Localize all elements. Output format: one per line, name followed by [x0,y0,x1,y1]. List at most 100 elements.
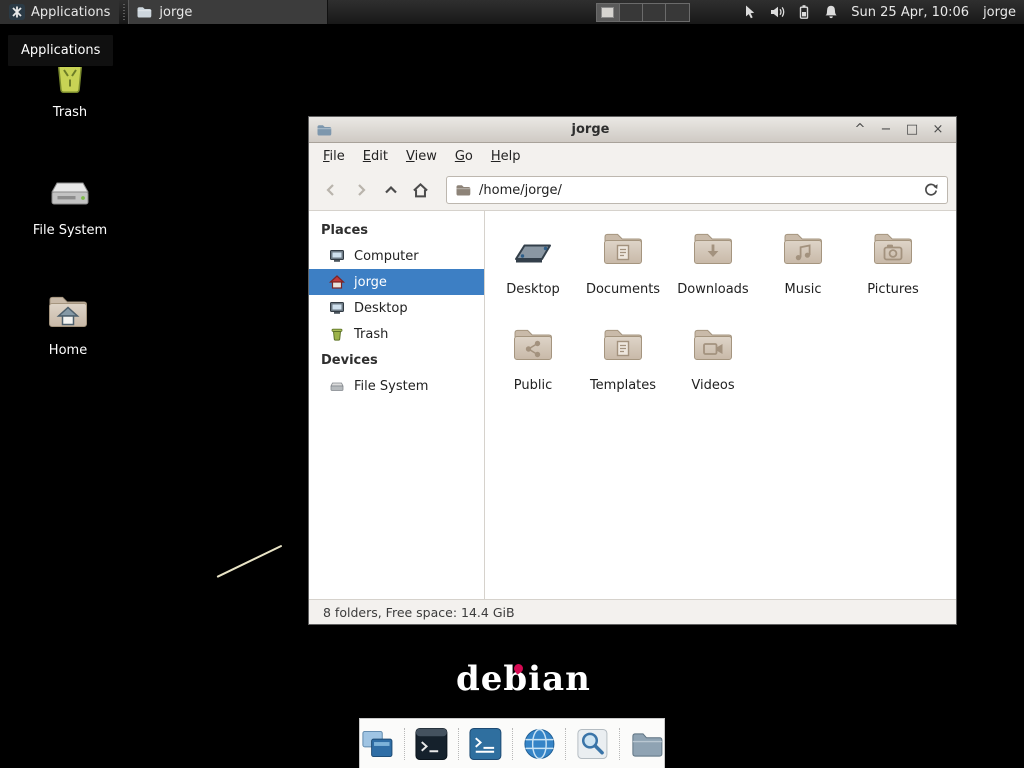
dock-separator [619,728,620,760]
applications-menu-label: Applications [31,5,110,20]
file-manager-window: jorge ^ − □ × File Edit View Go Help [308,116,957,625]
menu-edit[interactable]: Edit [354,143,397,170]
battery-icon[interactable] [796,4,812,20]
folder-videos[interactable]: Videos [668,321,758,417]
folder-label: Desktop [506,282,560,297]
dock-terminal-icon[interactable] [414,726,449,762]
sidebar-header-devices: Devices [309,347,484,373]
dock-terminal-blue-icon[interactable] [468,726,503,762]
sidebar-item-desktop[interactable]: Desktop [309,295,484,321]
documents-folder-icon [599,225,647,273]
maximize-button[interactable]: □ [901,117,923,143]
forward-icon [353,182,369,198]
workspace-4[interactable] [666,4,689,21]
dock-separator [458,728,459,760]
computer-icon [329,248,345,264]
back-icon [323,182,339,198]
debian-logo: debian [456,661,591,698]
taskbar-window-button[interactable]: jorge [128,0,328,24]
sidebar-header-places: Places [309,217,484,243]
desktop-icon-label: Trash [53,105,87,120]
volume-icon[interactable] [769,4,785,20]
up-button[interactable] [377,177,404,204]
sidebar-item-file-system[interactable]: File System [309,373,484,399]
desktop-screen-icon [329,300,345,316]
location-bar[interactable]: /home/jorge/ [446,176,948,204]
desktop-icon-label: Home [49,343,87,358]
folder-label: Music [785,282,822,297]
minimize-button[interactable]: − [875,117,897,143]
sidebar-item-jorge[interactable]: jorge [309,269,484,295]
dock-web-browser-icon[interactable] [522,726,557,762]
dock-separator [565,728,566,760]
workspace-window-preview [601,7,614,18]
templates-folder-icon [599,321,647,369]
sidebar-item-label: File System [354,379,428,394]
titlebar[interactable]: jorge ^ − □ × [309,117,956,143]
back-button[interactable] [317,177,344,204]
pictures-folder-icon [869,225,917,273]
pointer-icon[interactable] [742,4,758,20]
cursor-trail-line [217,545,283,578]
system-tray [742,4,839,20]
downloads-folder-icon [689,225,737,273]
videos-folder-icon [689,321,737,369]
workspace-2[interactable] [620,4,643,21]
desktop-icon-home[interactable]: Home [26,288,110,358]
menu-view[interactable]: View [397,143,446,170]
sidebar-item-label: jorge [354,275,387,290]
home-house-icon [329,274,345,290]
music-folder-icon [779,225,827,273]
folder-public[interactable]: Public [488,321,578,417]
applications-menu-button[interactable]: Applications [0,0,119,24]
dock-separator [404,728,405,760]
menubar: File Edit View Go Help [309,143,956,170]
location-path: /home/jorge/ [479,183,562,198]
folder-templates[interactable]: Templates [578,321,668,417]
menu-go[interactable]: Go [446,143,482,170]
toolbar: /home/jorge/ [309,170,956,211]
dock-application-finder-icon[interactable] [575,726,610,762]
sidebar-item-trash[interactable]: Trash [309,321,484,347]
home-folder-icon [44,288,92,336]
home-button[interactable] [407,177,434,204]
folder-label: Downloads [677,282,748,297]
taskbar-folder-icon [136,4,152,20]
public-folder-icon [509,321,557,369]
drive-icon [329,378,345,394]
forward-button[interactable] [347,177,374,204]
notifications-bell-icon[interactable] [823,4,839,20]
desktop-icon-file-system[interactable]: File System [28,168,112,238]
window-title: jorge [336,122,845,137]
applications-tooltip: Applications [7,34,114,67]
dock-file-manager-icon[interactable] [629,726,664,762]
menu-help[interactable]: Help [482,143,530,170]
window-body: Places Computer jorge Desktop Trash [309,211,956,599]
drive-icon [46,168,94,216]
close-button[interactable]: × [927,117,949,143]
folder-downloads[interactable]: Downloads [668,225,758,321]
clock[interactable]: Sun 25 Apr, 10:06 [851,5,969,20]
debian-logo-text: debian [456,659,591,699]
shade-button[interactable]: ^ [849,117,871,143]
reload-icon[interactable] [923,182,939,198]
dock-display-icon[interactable] [360,726,395,762]
panel-username: jorge [983,5,1016,20]
sidebar-item-computer[interactable]: Computer [309,243,484,269]
top-panel: Applications jorge [0,0,1024,25]
sidebar-item-label: Computer [354,249,419,264]
workspace-1[interactable] [597,4,620,21]
workspace-pager [596,3,690,22]
folder-label: Pictures [867,282,918,297]
workspace-3[interactable] [643,4,666,21]
folder-music[interactable]: Music [758,225,848,321]
sidebar: Places Computer jorge Desktop Trash [309,211,485,599]
folder-label: Public [514,378,552,393]
menu-file[interactable]: File [314,143,354,170]
sidebar-item-label: Trash [354,327,388,342]
panel-handle[interactable] [120,4,127,21]
folder-documents[interactable]: Documents [578,225,668,321]
folder-desktop[interactable]: Desktop [488,225,578,321]
folder-label: Templates [590,378,656,393]
folder-pictures[interactable]: Pictures [848,225,938,321]
